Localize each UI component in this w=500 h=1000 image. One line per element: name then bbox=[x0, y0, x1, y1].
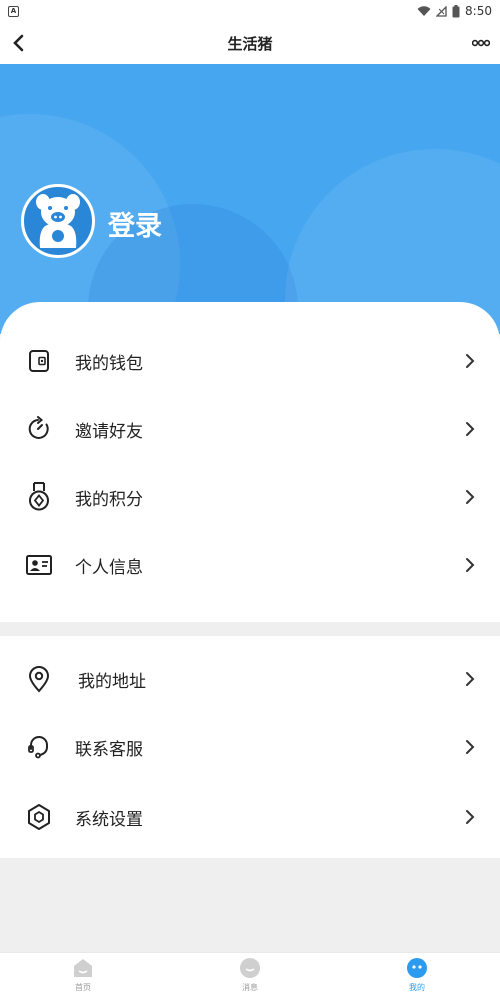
message-icon bbox=[240, 958, 260, 978]
id-card-icon bbox=[24, 550, 54, 580]
status-bar: A 8:50 bbox=[0, 0, 500, 22]
menu-item-address[interactable]: 我的地址 bbox=[0, 654, 500, 704]
medal-icon bbox=[24, 482, 54, 512]
menu-item-settings[interactable]: 系统设置 bbox=[0, 792, 500, 842]
tab-messages[interactable]: 消息 bbox=[205, 957, 295, 999]
more-button[interactable] bbox=[468, 30, 494, 56]
chevron-right-icon bbox=[462, 737, 478, 757]
back-button[interactable] bbox=[6, 30, 32, 56]
headset-icon bbox=[24, 732, 54, 762]
clock: 8:50 bbox=[465, 4, 492, 18]
menu-card-primary: 我的钱包 邀请好友 我的积分 个人信息 bbox=[0, 302, 500, 622]
bottom-tab-bar: 首页 消息 我的 bbox=[0, 952, 500, 1000]
wifi-icon bbox=[417, 5, 431, 16]
menu-item-points[interactable]: 我的积分 bbox=[0, 472, 500, 522]
location-pin-icon bbox=[24, 664, 54, 694]
me-face-icon bbox=[407, 958, 427, 978]
page-title: 生活猪 bbox=[227, 34, 273, 53]
battery-icon bbox=[452, 4, 460, 17]
wallet-icon bbox=[24, 346, 54, 376]
menu-item-customer-service[interactable]: 联系客服 bbox=[0, 722, 500, 772]
notification-app-icon: A bbox=[8, 5, 19, 17]
chevron-right-icon bbox=[462, 555, 478, 575]
chevron-right-icon bbox=[462, 807, 478, 827]
pig-mascot-icon bbox=[36, 194, 80, 248]
menu-item-wallet[interactable]: 我的钱包 bbox=[0, 336, 500, 386]
tab-home[interactable]: 首页 bbox=[38, 957, 128, 999]
menu-item-invite-friends[interactable]: 邀请好友 bbox=[0, 404, 500, 454]
more-dots-icon bbox=[472, 39, 490, 47]
menu-card-secondary: 我的地址 联系客服 系统设置 bbox=[0, 636, 500, 858]
profile-header: 登录 bbox=[0, 64, 500, 334]
chevron-right-icon bbox=[462, 487, 478, 507]
refresh-icon bbox=[24, 414, 54, 444]
chevron-right-icon bbox=[462, 669, 478, 689]
home-icon bbox=[74, 959, 92, 977]
chevron-right-icon bbox=[462, 351, 478, 371]
menu-item-personal-info[interactable]: 个人信息 bbox=[0, 540, 500, 590]
signal-icon bbox=[436, 5, 447, 17]
login-button[interactable]: 登录 bbox=[108, 204, 162, 243]
title-bar: 生活猪 bbox=[0, 22, 500, 64]
settings-hexagon-icon bbox=[24, 802, 54, 832]
avatar[interactable] bbox=[21, 184, 95, 258]
back-arrow-icon bbox=[13, 34, 24, 52]
tab-me[interactable]: 我的 bbox=[372, 957, 462, 999]
chevron-right-icon bbox=[462, 419, 478, 439]
